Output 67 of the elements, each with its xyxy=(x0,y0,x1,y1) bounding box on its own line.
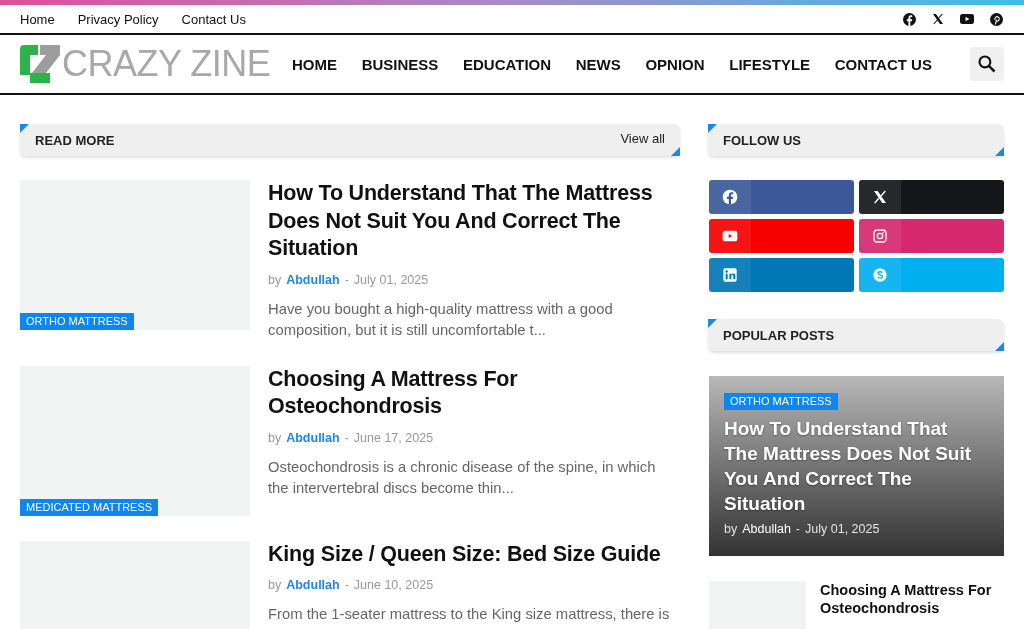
linkedin-icon xyxy=(722,267,738,283)
skype-icon xyxy=(872,267,888,283)
corner-accent xyxy=(671,147,680,156)
view-all-link[interactable]: View all xyxy=(620,131,665,146)
post-title[interactable]: How To Understand That The Mattress Does Not Suit You And Correct The Situation xyxy=(724,416,989,516)
nav-link[interactable]: HOME xyxy=(292,55,337,73)
featured-post-card[interactable]: ORTHO MATTRESS How To Understand That The Mattress Does Not Suit You And Correct The Situation by Abdullah - July 01, 2025 xyxy=(709,376,1004,556)
category-tag[interactable]: MEDICATED MATTRESS xyxy=(20,498,159,516)
corner-accent xyxy=(708,124,717,133)
post-excerpt: Osteochondrosis is a chronic disease of the spine, in which the intervertebral discs become thin... xyxy=(268,457,657,498)
image-placeholder[interactable]: ORTHO MATTRESS xyxy=(20,180,250,330)
author-link[interactable]: Abdullah xyxy=(286,578,340,592)
facebook-button[interactable] xyxy=(709,180,854,214)
top-link[interactable]: Privacy Policy xyxy=(77,11,159,27)
byline-label: by xyxy=(268,272,282,287)
author-link[interactable]: Abdullah xyxy=(286,430,340,445)
section-title: FOLLOW US xyxy=(723,132,801,148)
post-date: June 17, 2025 xyxy=(353,430,434,445)
corner-accent xyxy=(708,319,717,328)
x-icon xyxy=(872,189,888,205)
post-date: July 01, 2025 xyxy=(353,272,429,287)
youtube-button[interactable] xyxy=(709,219,854,253)
post-excerpt: From the 1-seater mattress to the King size mattress, there is xyxy=(268,605,671,624)
search-button[interactable] xyxy=(970,47,1004,81)
separator: - xyxy=(344,272,349,287)
nav-link[interactable]: LIFESTYLE xyxy=(729,55,811,73)
nav-link[interactable]: EDUCATION xyxy=(463,55,552,73)
youtube-icon[interactable] xyxy=(960,14,974,24)
post-title[interactable]: King Size / Queen Size: Bed Size Guide xyxy=(268,540,680,568)
nav-link[interactable]: NEWS xyxy=(575,55,621,73)
byline-label: by xyxy=(268,430,282,445)
separator: - xyxy=(344,430,349,445)
author-link[interactable]: Abdullah xyxy=(286,272,340,287)
corner-accent xyxy=(995,147,1004,156)
instagram-button[interactable] xyxy=(859,219,1004,253)
separator: - xyxy=(344,578,349,592)
nav-link[interactable]: BUSINESS xyxy=(361,55,439,73)
x-icon[interactable] xyxy=(932,13,944,25)
section-title: POPULAR POSTS xyxy=(723,327,835,343)
separator: - xyxy=(795,522,801,536)
facebook-icon[interactable] xyxy=(903,12,916,26)
image-placeholder[interactable]: MEDICATED MATTRESS xyxy=(20,365,250,516)
post-title[interactable]: How To Understand That The Mattress Does Not Suit You And Correct The Situation xyxy=(268,180,680,263)
top-link[interactable]: Home xyxy=(20,11,55,27)
linkedin-button[interactable] xyxy=(709,258,854,292)
pinterest-icon[interactable] xyxy=(990,12,1003,26)
author-link[interactable]: Abdullah xyxy=(742,522,791,536)
category-tag[interactable]: ORTHO MATTRESS xyxy=(724,393,838,410)
nav-link[interactable]: OPNION xyxy=(645,55,705,73)
facebook-icon xyxy=(722,189,738,205)
corner-accent xyxy=(995,342,1004,351)
top-link[interactable]: Contact Us xyxy=(181,11,246,27)
post-date: July 01, 2025 xyxy=(805,522,880,536)
corner-accent xyxy=(20,124,29,133)
post-date: June 10, 2025 xyxy=(353,578,434,592)
youtube-icon xyxy=(722,228,738,244)
nav-link[interactable]: CONTACT US xyxy=(834,55,932,73)
byline-label: by xyxy=(268,578,282,592)
category-tag[interactable]: ORTHO MATTRESS xyxy=(20,313,134,330)
post-excerpt: Have you bought a high-quality mattress with a good composition, but it is still uncomfortable t... xyxy=(268,299,614,340)
logo-icon[interactable] xyxy=(20,45,60,83)
byline-label: by xyxy=(724,522,738,536)
post-title[interactable]: Choosing A Mattress For Osteochondrosis xyxy=(820,581,1000,629)
search-icon xyxy=(977,54,997,74)
instagram-icon xyxy=(872,228,888,244)
post-title[interactable]: Choosing A Mattress For Osteochondrosis xyxy=(268,365,680,421)
section-title: READ MORE xyxy=(35,132,115,148)
